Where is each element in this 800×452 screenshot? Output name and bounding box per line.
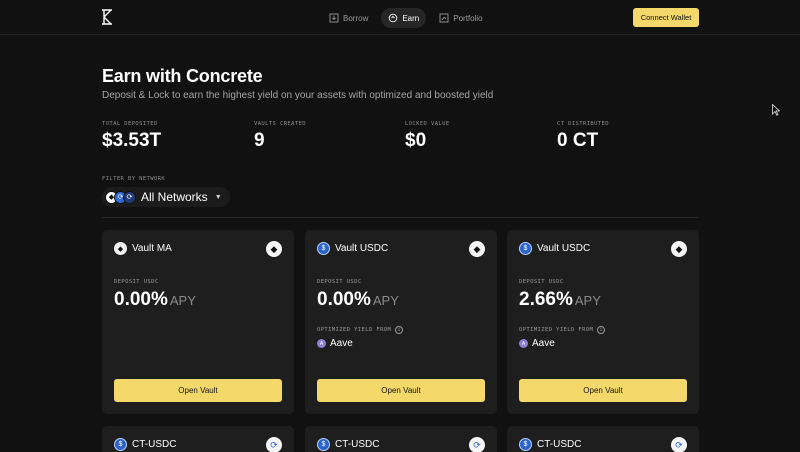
apy-unit: APY [169,293,196,308]
stat-locked-value: LOCKED VALUE $0 [405,121,450,152]
aave-icon: A [519,339,528,348]
vault-header: $ Vault USDC [519,242,590,255]
stat-label: VAULTS CREATED [254,121,306,127]
vault-card[interactable]: $ Vault USDC ◆ DEPOSIT USDC 2.66% APY OP… [507,230,699,414]
vault-name: CT-USDC [537,439,582,450]
deposit-label: DEPOSIT USDC [317,279,362,285]
vault-name: Vault USDC [335,243,389,254]
stat-value: $0 [405,130,427,151]
filter-label: FILTER BY NETWORK [102,176,166,182]
usdc-icon: $ [114,438,127,451]
vault-header: $ CT-USDC [114,438,176,451]
stat-vaults-created: VAULTS CREATED 9 [254,121,306,152]
stat-label: LOCKED VALUE [405,121,450,127]
deposit-label: DEPOSIT USDC [114,279,159,285]
chart-box-icon [439,13,449,23]
nav-borrow-label: Borrow [343,13,369,23]
network-icons: ◆ ⟳ ⟳ [105,190,136,204]
stat-label: TOTAL DEPOSITED [102,121,158,127]
apy-unit: APY [372,293,399,308]
optimized-yield-text: OPTIMIZED YIELD FROM [519,327,594,333]
usdc-icon: $ [317,438,330,451]
ethereum-icon: ◆ [114,242,127,255]
vault-header: $ CT-USDC [317,438,379,451]
nav-earn[interactable]: Earn [381,8,427,28]
usdc-icon: $ [519,242,532,255]
concrete-logo-icon[interactable] [101,9,113,25]
ethereum-chain-icon: ◆ [671,241,687,257]
info-icon[interactable]: i [597,326,606,334]
apy-value: 0.00% [114,289,168,310]
page-title: Earn with Concrete [102,66,263,86]
apy: 0.00% APY [317,289,399,311]
yield-protocol: A Aave [317,338,353,349]
open-vault-button[interactable]: Open Vault [114,379,282,402]
vault-card[interactable]: $ Vault USDC ◆ DEPOSIT USDC 0.00% APY OP… [305,230,497,414]
stat-value: 0 CT [557,130,599,151]
open-vault-button[interactable]: Open Vault [519,379,687,402]
vault-card[interactable]: $ CT-USDC ⟳ [305,426,497,452]
nav-earn-label: Earn [402,13,420,23]
chain-icon: ⟳ [266,437,282,452]
nav-borrow[interactable]: Borrow [322,8,375,28]
apy-value: 0.00% [317,289,371,310]
optimized-yield-label: OPTIMIZED YIELD FROM i [317,326,404,334]
network-filter-select[interactable]: ◆ ⟳ ⟳ All Networks ▼ [102,187,230,207]
optimized-yield-text: OPTIMIZED YIELD FROM [317,327,392,333]
vault-name: Vault USDC [537,243,591,254]
protocol-name: Aave [330,338,353,349]
usdc-icon: $ [317,242,330,255]
network-filter-value: All Networks [141,190,208,204]
stat-total-deposited: TOTAL DEPOSITED $3.53T [102,121,161,152]
deposit-label: DEPOSIT USDC [519,279,564,285]
aave-icon: A [317,339,326,348]
mouse-cursor-icon [772,104,780,116]
optimized-yield-label: OPTIMIZED YIELD FROM i [519,326,606,334]
ethereum-chain-icon: ◆ [266,241,282,257]
vault-card[interactable]: $ CT-USDC ⟳ [507,426,699,452]
stat-ct-distributed: CT DISTRIBUTED 0 CT [557,121,609,152]
chain-icon: ⟳ [469,437,485,452]
vault-name: CT-USDC [335,439,380,450]
nav-portfolio[interactable]: Portfolio [432,8,489,28]
earn-cycle-icon [389,13,398,23]
vault-name: Vault MA [132,243,172,254]
yield-protocol: A Aave [519,338,555,349]
connect-wallet-button[interactable]: Connect Wallet [633,8,699,27]
vault-header: $ Vault USDC [317,242,388,255]
download-box-icon [329,13,339,23]
network-icon: ⟳ [123,190,136,204]
stat-value: $3.53T [102,130,162,151]
apy-value: 2.66% [519,289,573,310]
info-icon[interactable]: i [395,326,404,334]
open-vault-button[interactable]: Open Vault [317,379,485,402]
protocol-name: Aave [532,338,555,349]
stat-value: 9 [254,130,265,151]
stat-label: CT DISTRIBUTED [557,121,609,127]
divider [102,217,699,218]
ethereum-chain-icon: ◆ [469,241,485,257]
top-bar: Borrow Earn Portfolio Connect Wallet [0,0,800,35]
main-nav: Borrow Earn Portfolio [322,8,490,28]
apy: 0.00% APY [114,289,196,311]
vault-name: CT-USDC [132,439,177,450]
vault-header: ◆ Vault MA [114,242,172,255]
chevron-down-icon: ▼ [214,193,222,201]
vault-card[interactable]: $ CT-USDC ⟳ [102,426,294,452]
vault-header: $ CT-USDC [519,438,581,451]
usdc-icon: $ [519,438,532,451]
apy-unit: APY [574,293,601,308]
nav-portfolio-label: Portfolio [453,13,483,23]
vault-card[interactable]: ◆ Vault MA ◆ DEPOSIT USDC 0.00% APY Open… [102,230,294,414]
apy: 2.66% APY [519,289,601,311]
chain-icon: ⟳ [671,437,687,452]
page-subtitle: Deposit & Lock to earn the highest yield… [102,90,494,101]
